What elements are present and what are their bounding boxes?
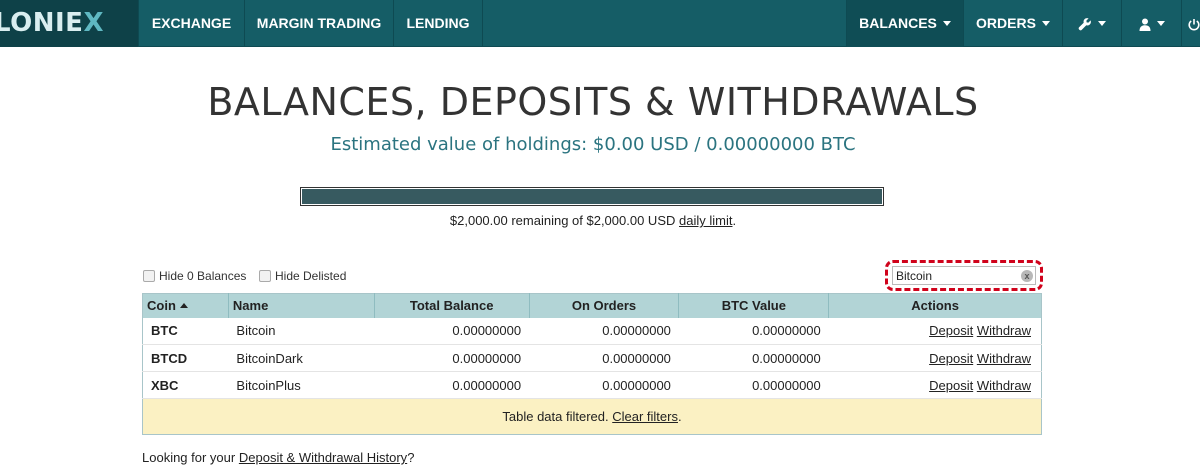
deposit-withdrawal-history-link[interactable]: Deposit & Withdrawal History xyxy=(239,450,407,465)
btc-value-cell: 0.00000000 xyxy=(678,371,829,399)
chevron-down-icon xyxy=(1156,20,1165,26)
coin-cell: BTCD xyxy=(142,344,229,372)
daily-limit-text: $2,000.00 remaining of $2,000.00 USD dai… xyxy=(0,213,1186,228)
hide-delisted-label: Hide Delisted xyxy=(275,269,347,283)
withdraw-link[interactable]: Withdraw xyxy=(977,323,1031,338)
table-body: BTC Bitcoin 0.00000000 0.00000000 0.00000000… xyxy=(142,317,1042,435)
column-header-coin[interactable]: Coin xyxy=(142,293,229,318)
name-cell: BitcoinPlus xyxy=(228,371,375,399)
on-orders-cell: 0.00000000 xyxy=(529,344,679,372)
nav-balances-label: BALANCES xyxy=(859,15,937,31)
history-prompt: Looking for your Deposit & Withdrawal Hi… xyxy=(142,450,414,465)
total-balance-cell: 0.00000000 xyxy=(374,344,530,372)
daily-limit-progress-fill xyxy=(302,189,882,204)
name-cell: Bitcoin xyxy=(228,317,375,345)
on-orders-cell: 0.00000000 xyxy=(529,371,679,399)
name-cell: BitcoinDark xyxy=(228,344,375,372)
table-filtered-notice: Table data filtered. Clear filters. xyxy=(142,398,1042,435)
deposit-link[interactable]: Deposit xyxy=(929,351,973,366)
table-row: BTC Bitcoin 0.00000000 0.00000000 0.00000000… xyxy=(142,317,1042,345)
total-balance-cell: 0.00000000 xyxy=(374,371,530,399)
logo-text: LONIEX xyxy=(0,8,104,38)
chevron-down-icon xyxy=(1098,20,1106,26)
deposit-link[interactable]: Deposit xyxy=(929,378,973,393)
hide-delisted-checkbox[interactable] xyxy=(259,270,271,282)
withdraw-link[interactable]: Withdraw xyxy=(977,351,1031,366)
clear-filters-link[interactable]: Clear filters xyxy=(612,409,678,424)
estimated-holdings: Estimated value of holdings: $0.00 USD /… xyxy=(330,134,856,155)
column-header-on-orders[interactable]: On Orders xyxy=(529,293,680,318)
actions-cell: Deposit Withdraw xyxy=(828,344,1042,372)
search-input[interactable] xyxy=(892,266,1036,285)
page-title: BALANCES, DEPOSITS & WITHDRAWALS xyxy=(207,80,979,124)
table-header-row: Coin Name Total Balance On Orders BTC Va… xyxy=(142,293,1042,318)
daily-limit-suffix: . xyxy=(732,213,737,228)
table-row: BTCD BitcoinDark 0.00000000 0.00000000 0.000… xyxy=(142,344,1042,372)
on-orders-cell: 0.00000000 xyxy=(529,317,679,345)
daily-limit-remaining: $2,000.00 remaining of $2,000.00 USD xyxy=(449,213,676,228)
coin-cell: BTC xyxy=(142,317,229,345)
column-header-actions: Actions xyxy=(828,293,1042,318)
nav-lending[interactable]: LENDING xyxy=(393,0,483,47)
hide-zero-balances-toggle[interactable]: Hide 0 Balances xyxy=(143,269,246,283)
deposit-link[interactable]: Deposit xyxy=(929,323,973,338)
nav-exchange[interactable]: EXCHANGE xyxy=(138,0,244,47)
nav-balances[interactable]: BALANCES xyxy=(846,0,963,47)
table-row: XBC BitcoinPlus 0.00000000 0.00000000 0.0000… xyxy=(142,371,1042,399)
power-icon xyxy=(1188,18,1200,31)
nav-orders[interactable]: ORDERS xyxy=(963,0,1062,47)
history-prefix: Looking for your xyxy=(142,450,236,465)
column-header-total-balance[interactable]: Total Balance xyxy=(374,293,530,318)
chevron-down-icon xyxy=(942,20,951,26)
filtered-notice-text: Table data filtered. xyxy=(502,409,609,424)
nav-orders-label: ORDERS xyxy=(976,15,1036,31)
filtered-notice-suffix: . xyxy=(677,409,682,424)
search-highlight: x xyxy=(885,260,1043,291)
actions-cell: Deposit Withdraw xyxy=(828,371,1042,399)
top-navbar: LONIEX EXCHANGE MARGIN TRADING LENDING B… xyxy=(0,0,1200,47)
column-header-coin-label: Coin xyxy=(147,298,176,314)
wrench-icon xyxy=(1078,18,1091,31)
coin-cell: XBC xyxy=(142,371,229,399)
filtered-notice-cell: Table data filtered. Clear filters. xyxy=(142,398,1042,435)
hide-zero-balances-checkbox[interactable] xyxy=(143,270,155,282)
hide-zero-balances-label: Hide 0 Balances xyxy=(159,269,247,283)
actions-cell: Deposit Withdraw xyxy=(828,317,1042,345)
hide-delisted-toggle[interactable]: Hide Delisted xyxy=(259,269,346,283)
clear-search-icon[interactable]: x xyxy=(1021,270,1033,282)
history-suffix: ? xyxy=(407,450,415,465)
column-header-btc-value[interactable]: BTC Value xyxy=(678,293,830,318)
nav-margin-trading[interactable]: MARGIN TRADING xyxy=(244,0,393,47)
nav-account-menu[interactable] xyxy=(1121,0,1181,47)
sort-ascending-icon xyxy=(179,303,188,309)
withdraw-link[interactable]: Withdraw xyxy=(977,378,1031,393)
column-header-name[interactable]: Name xyxy=(228,293,375,318)
chevron-down-icon xyxy=(1041,20,1050,26)
nav-power[interactable] xyxy=(1181,0,1200,47)
btc-value-cell: 0.00000000 xyxy=(678,317,829,345)
total-balance-cell: 0.00000000 xyxy=(374,317,530,345)
balances-table: Coin Name Total Balance On Orders BTC Va… xyxy=(142,293,1042,435)
btc-value-cell: 0.00000000 xyxy=(678,344,829,372)
daily-limit-link[interactable]: daily limit xyxy=(679,213,732,228)
daily-limit-progress xyxy=(300,187,884,206)
logo[interactable]: LONIEX xyxy=(0,0,138,47)
user-icon xyxy=(1139,18,1150,31)
nav-tools-menu[interactable] xyxy=(1062,0,1121,47)
